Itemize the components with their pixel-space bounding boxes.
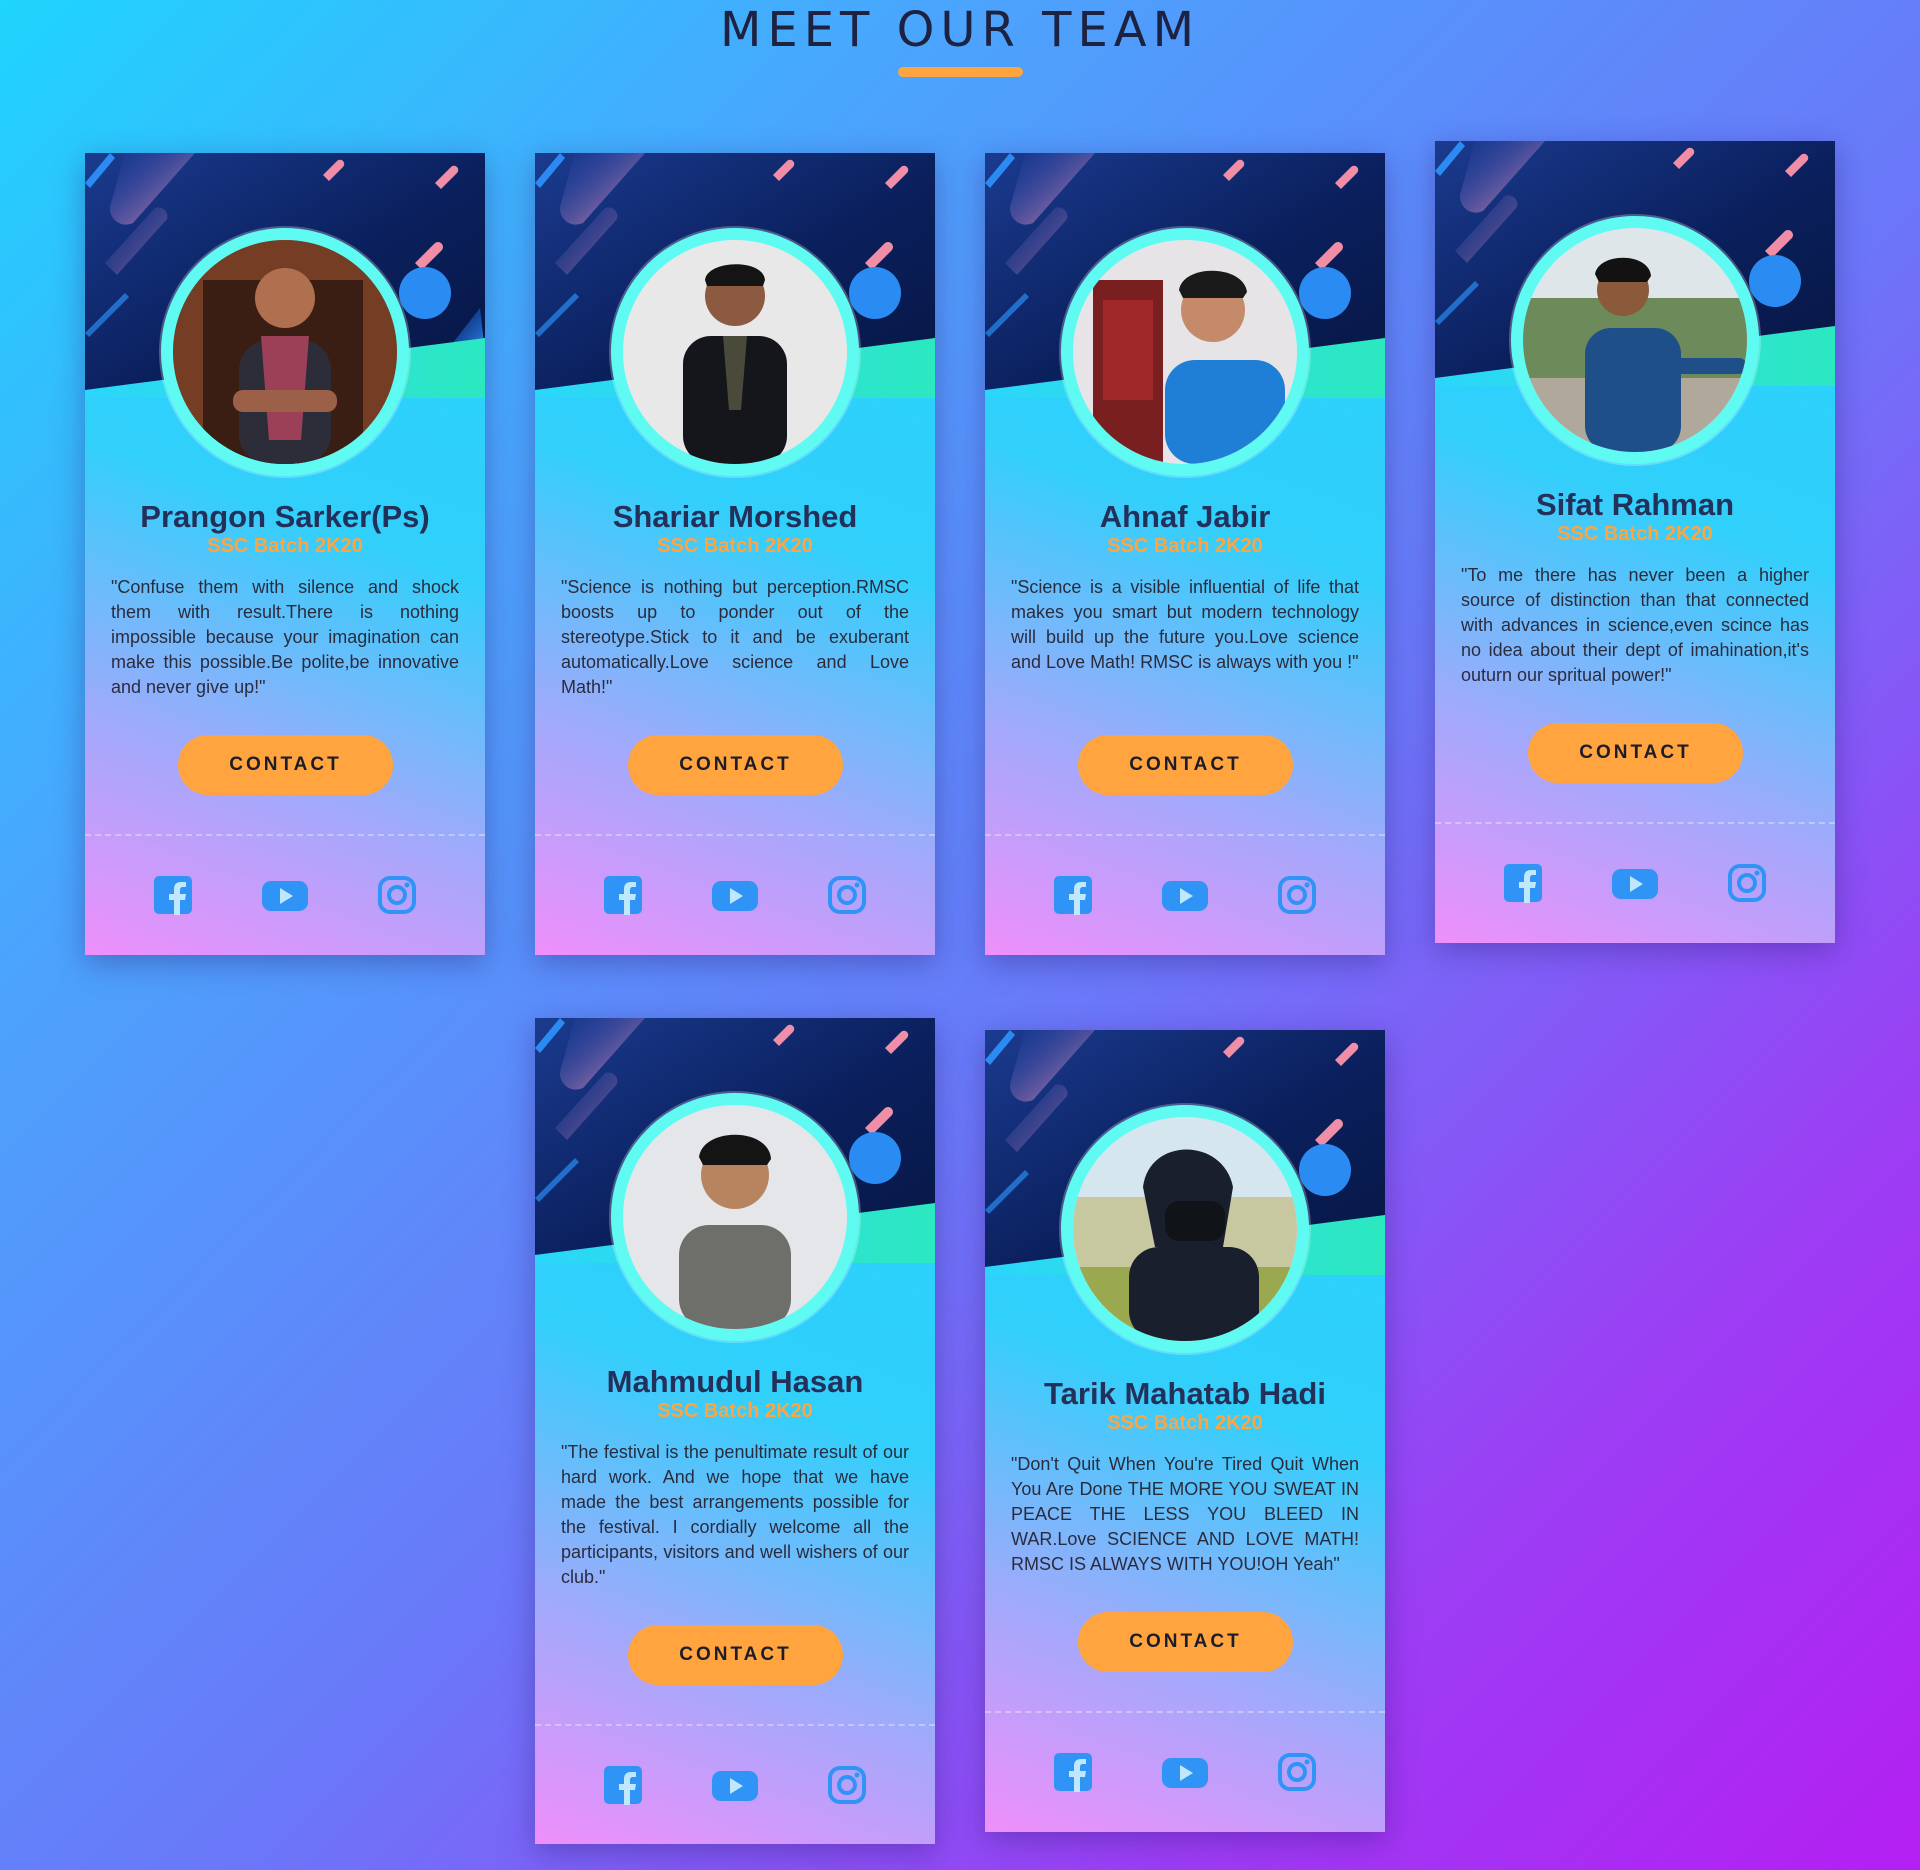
avatar-ring [611,1093,859,1341]
instagram-icon[interactable] [827,875,867,915]
member-quote: "Don't Quit When You're Tired Quit When … [1011,1454,1359,1574]
facebook-icon[interactable] [603,875,643,915]
contact-button[interactable]: CONTACT [628,735,843,795]
member-name: Ahnaf Jabir [1099,499,1271,534]
member-batch: SSC Batch 2K20 [657,1400,813,1422]
member-name: Mahmudul Hasan [606,1364,864,1399]
member-name: Tarik Mahatab Hadi [1044,1376,1326,1411]
instagram-icon[interactable] [827,1765,867,1805]
avatar-ring [1511,216,1759,464]
member-batch: SSC Batch 2K20 [657,535,813,557]
facebook-icon[interactable] [1053,1752,1093,1792]
contact-button[interactable]: CONTACT [1528,723,1743,783]
member-batch: SSC Batch 2K20 [1557,523,1713,545]
card-divider [85,834,485,836]
member-quote: "To me there has never been a higher sou… [1461,565,1809,685]
team-card: Sifat Rahman SSC Batch 2K20 "To me there… [1435,141,1835,943]
avatar [1073,240,1297,464]
card-divider [535,1724,935,1726]
member-batch: SSC Batch 2K20 [207,535,363,557]
avatar-ring [1061,1105,1309,1353]
avatar [623,240,847,464]
member-name: Sifat Rahman [1535,487,1735,522]
member-quote: "Confuse them with silence and shock the… [111,577,459,697]
facebook-icon[interactable] [1503,863,1543,903]
contact-button[interactable]: CONTACT [1078,735,1293,795]
card-divider [985,834,1385,836]
member-quote: "The festival is the penultimate result … [561,1442,909,1587]
instagram-icon[interactable] [377,875,417,915]
title-underline [897,67,1023,77]
instagram-icon[interactable] [1277,875,1317,915]
instagram-icon[interactable] [1277,1752,1317,1792]
facebook-icon[interactable] [153,875,193,915]
member-name: Prangon Sarker(Ps) [140,499,430,534]
avatar [173,240,397,464]
facebook-icon[interactable] [603,1765,643,1805]
youtube-icon[interactable] [1162,875,1208,915]
team-card: Mahmudul Hasan SSC Batch 2K20 "The festi… [535,1018,935,1844]
avatar [623,1105,847,1329]
team-card: Ahnaf Jabir SSC Batch 2K20 "Science is a… [985,153,1385,955]
section-heading: MEET OUR TEAM [0,0,1920,77]
member-batch: SSC Batch 2K20 [1107,535,1263,557]
page-title: MEET OUR TEAM [719,2,1201,58]
avatar-ring [611,228,859,476]
team-card: Tarik Mahatab Hadi SSC Batch 2K20 "Don't… [985,1030,1385,1832]
avatar [1073,1117,1297,1341]
youtube-icon[interactable] [262,875,308,915]
card-divider [535,834,935,836]
card-divider [985,1711,1385,1713]
member-name: Shariar Morshed [612,499,858,534]
avatar [1523,228,1747,452]
card-divider [1435,822,1835,824]
youtube-icon[interactable] [712,1765,758,1805]
member-quote: "Science is a visible influential of lif… [1011,577,1359,672]
contact-button[interactable]: CONTACT [628,1625,843,1685]
avatar-ring [161,228,409,476]
member-quote: "Science is nothing but perception.RMSC … [561,577,909,697]
contact-button[interactable]: CONTACT [1078,1612,1293,1672]
youtube-icon[interactable] [712,875,758,915]
youtube-icon[interactable] [1162,1752,1208,1792]
avatar-ring [1061,228,1309,476]
instagram-icon[interactable] [1727,863,1767,903]
team-card: Prangon Sarker(Ps) SSC Batch 2K20 "Confu… [85,153,485,955]
facebook-icon[interactable] [1053,875,1093,915]
member-batch: SSC Batch 2K20 [1107,1412,1263,1434]
team-card: Shariar Morshed SSC Batch 2K20 "Science … [535,153,935,955]
youtube-icon[interactable] [1612,863,1658,903]
contact-button[interactable]: CONTACT [178,735,393,795]
